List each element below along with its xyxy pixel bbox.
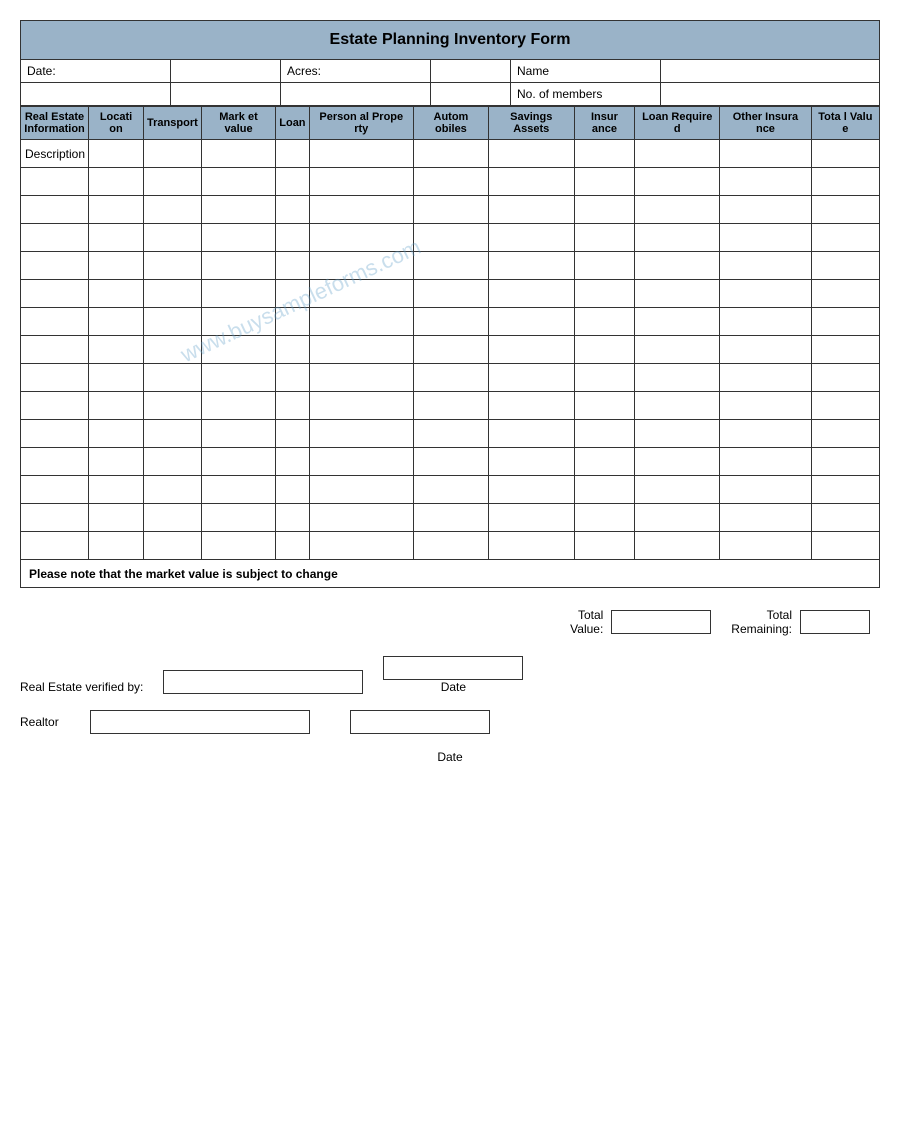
name-cell: Name xyxy=(511,60,661,83)
col-total-value: Tota l Valu e xyxy=(811,107,879,140)
description-cell: Description xyxy=(21,140,89,168)
col-personal-property: Person al Prope rty xyxy=(309,107,413,140)
total-remaining-group: TotalRemaining: xyxy=(731,608,870,636)
table-row xyxy=(21,532,880,560)
realtor-input[interactable] xyxy=(90,710,310,734)
col-insurance: Insur ance xyxy=(574,107,635,140)
data-cell[interactable] xyxy=(635,140,720,168)
totals-row: TotalValue: TotalRemaining: xyxy=(20,608,880,636)
table-header-row: Real EstateInformation Locati on Transpo… xyxy=(21,107,880,140)
table-row xyxy=(21,308,880,336)
name-label: Name xyxy=(517,64,549,78)
table-row xyxy=(21,336,880,364)
no-members-cell: No. of members xyxy=(511,83,661,105)
col-automobiles: Autom obiles xyxy=(414,107,489,140)
table-row xyxy=(21,420,880,448)
col-location: Locati on xyxy=(89,107,144,140)
description-row: Description xyxy=(21,140,880,168)
page-wrapper: Estate Planning Inventory Form Date: Acr… xyxy=(20,20,880,764)
total-value-input[interactable] xyxy=(611,610,711,634)
name-value-cell[interactable] xyxy=(661,60,879,83)
verified-date-input[interactable] xyxy=(383,656,523,680)
date-label: Date: xyxy=(27,64,56,78)
total-remaining-label: TotalRemaining: xyxy=(731,608,792,636)
verified-row: Real Estate verified by: Date xyxy=(20,656,880,694)
table-row xyxy=(21,364,880,392)
col-loan-required: Loan Require d xyxy=(635,107,720,140)
col-transport: Transport xyxy=(144,107,202,140)
acres-spacer xyxy=(281,83,431,105)
acres-spacer2 xyxy=(431,83,511,105)
total-value-group: TotalValue: xyxy=(570,608,711,636)
acres-label: Acres: xyxy=(287,64,321,78)
data-cell[interactable] xyxy=(201,140,275,168)
form-title: Estate Planning Inventory Form xyxy=(20,20,880,60)
table-row xyxy=(21,280,880,308)
table-row xyxy=(21,196,880,224)
table-row xyxy=(21,392,880,420)
info-row-2: No. of members xyxy=(21,83,879,105)
date-bottom: Date xyxy=(20,750,880,764)
table-row xyxy=(21,504,880,532)
date-cell: Date: xyxy=(21,60,171,83)
verified-date-label: Date xyxy=(441,680,466,694)
acres-value-cell[interactable] xyxy=(431,60,511,83)
data-cell[interactable] xyxy=(309,140,413,168)
data-cell[interactable] xyxy=(414,140,489,168)
data-cell[interactable] xyxy=(488,140,574,168)
info-row-1: Date: Acres: Name xyxy=(21,60,879,83)
data-cell[interactable] xyxy=(144,140,202,168)
date-value-cell[interactable] xyxy=(171,60,281,83)
total-value-label: TotalValue: xyxy=(570,608,603,636)
data-cell[interactable] xyxy=(720,140,812,168)
note-row: Please note that the market value is sub… xyxy=(21,560,880,588)
date-bottom-label: Date xyxy=(437,750,462,764)
verified-label: Real Estate verified by: xyxy=(20,680,143,694)
total-remaining-input[interactable] xyxy=(800,610,870,634)
main-table: Real EstateInformation Locati on Transpo… xyxy=(20,106,880,588)
verified-date-group: Date xyxy=(383,656,523,694)
date-spacer xyxy=(21,83,171,105)
date-spacer2 xyxy=(171,83,281,105)
verified-by-input[interactable] xyxy=(163,670,363,694)
realtor-row: Realtor xyxy=(20,710,880,734)
col-loan: Loan xyxy=(276,107,309,140)
note-text: Please note that the market value is sub… xyxy=(21,560,880,588)
data-cell[interactable] xyxy=(811,140,879,168)
table-row xyxy=(21,224,880,252)
data-cell[interactable] xyxy=(276,140,309,168)
data-cell[interactable] xyxy=(89,140,144,168)
no-members-value[interactable] xyxy=(661,83,879,105)
bottom-section: TotalValue: TotalRemaining: Real Estate … xyxy=(20,608,880,764)
table-row xyxy=(21,168,880,196)
col-real-estate: Real EstateInformation xyxy=(21,107,89,140)
realtor-label: Realtor xyxy=(20,715,70,729)
table-row xyxy=(21,252,880,280)
col-savings-assets: Savings Assets xyxy=(488,107,574,140)
col-market-value: Mark et value xyxy=(201,107,275,140)
realtor-date-input[interactable] xyxy=(350,710,490,734)
table-row xyxy=(21,448,880,476)
table-row xyxy=(21,476,880,504)
header-info: Date: Acres: Name No. of members xyxy=(20,60,880,106)
col-other-insurance: Other Insura nce xyxy=(720,107,812,140)
acres-cell: Acres: xyxy=(281,60,431,83)
no-members-label: No. of members xyxy=(517,87,602,101)
data-cell[interactable] xyxy=(574,140,635,168)
